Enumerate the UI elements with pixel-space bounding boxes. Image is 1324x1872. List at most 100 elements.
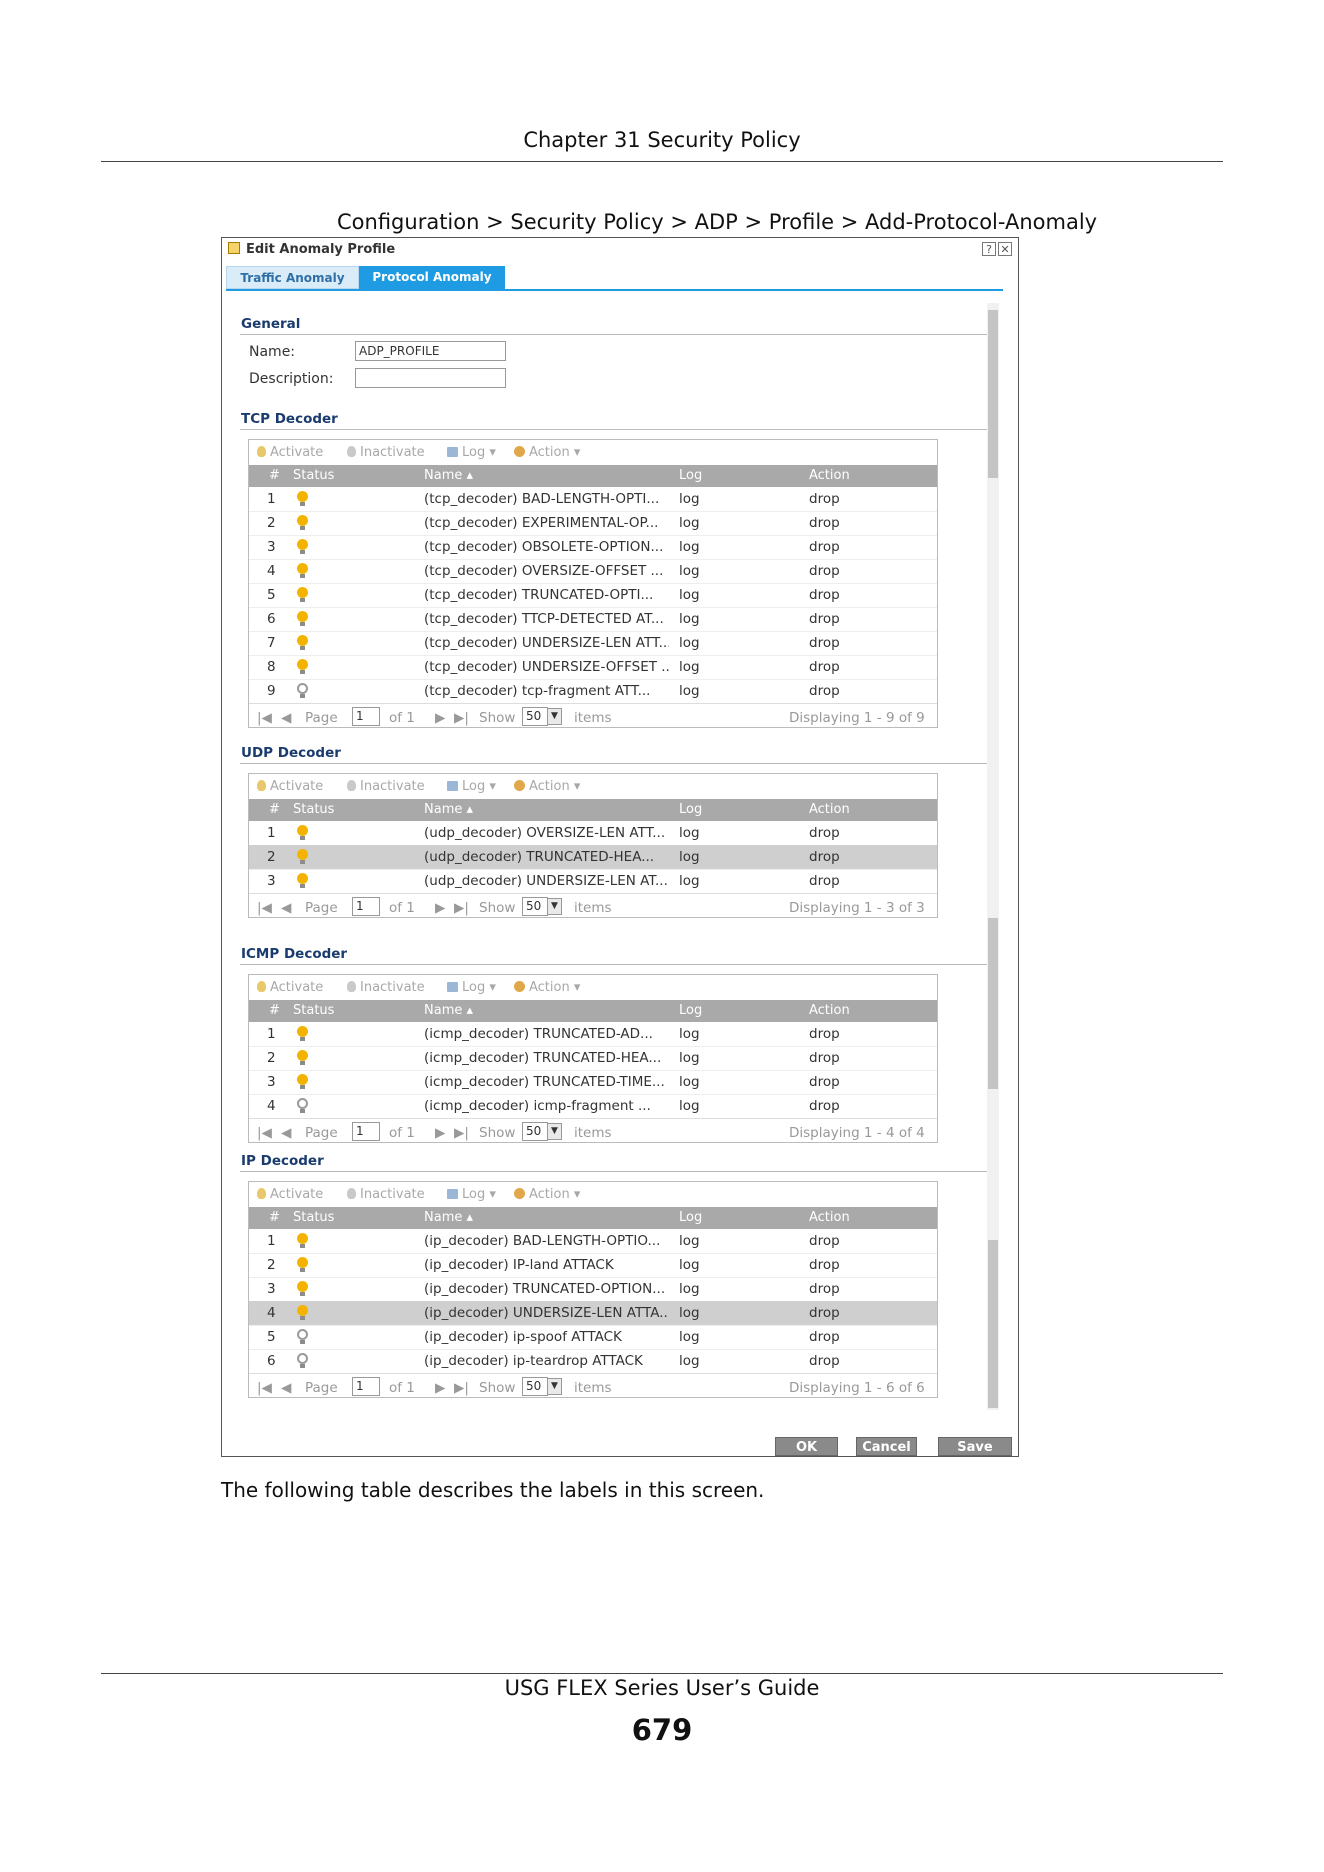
ok-button[interactable]: OK (775, 1437, 838, 1456)
last-page-icon[interactable]: ▶| (454, 710, 469, 726)
prev-page-icon[interactable]: ◀ (281, 1125, 291, 1141)
table-row[interactable]: 4 (ip_decoder) UNDERSIZE-LEN ATTA... log dr… (249, 1301, 937, 1326)
tab-traffic-anomaly[interactable]: Traffic Anomaly (226, 266, 359, 289)
prev-page-icon[interactable]: ◀ (281, 1380, 291, 1396)
close-icon[interactable]: ✕ (998, 242, 1012, 256)
column-log-header[interactable]: Log (679, 1210, 702, 1225)
activate-button[interactable]: Activate (257, 445, 323, 460)
next-page-icon[interactable]: ▶ (435, 1125, 445, 1141)
column-action-header[interactable]: Action (809, 468, 850, 483)
next-page-icon[interactable]: ▶ (435, 710, 445, 726)
table-row[interactable]: 1 (icmp_decoder) TRUNCATED-AD... log drop (249, 1022, 937, 1047)
table-row[interactable]: 1 (ip_decoder) BAD-LENGTH-OPTIO... log drop (249, 1229, 937, 1254)
log-button[interactable]: Log ▾ (447, 1187, 496, 1202)
action-button[interactable]: Action ▾ (514, 779, 580, 794)
column-status-header[interactable]: Status (293, 468, 334, 483)
inactivate-button[interactable]: Inactivate (347, 779, 425, 794)
table-row[interactable]: 2 (tcp_decoder) EXPERIMENTAL-OP... log drop (249, 511, 937, 536)
name-input[interactable]: ADP_PROFILE (355, 341, 506, 361)
table-row[interactable]: 3 (ip_decoder) TRUNCATED-OPTION... log drop (249, 1277, 937, 1302)
table-row[interactable]: 5 (ip_decoder) ip-spoof ATTACK log drop (249, 1325, 937, 1350)
activate-button[interactable]: Activate (257, 779, 323, 794)
column-num-header[interactable]: # (269, 468, 280, 483)
chevron-down-icon[interactable]: ▼ (547, 708, 562, 725)
prev-page-icon[interactable]: ◀ (281, 710, 291, 726)
tab-protocol-anomaly[interactable]: Protocol Anomaly (359, 266, 505, 289)
first-page-icon[interactable]: |◀ (257, 900, 272, 916)
save-button[interactable]: Save (938, 1437, 1012, 1456)
table-row[interactable]: 9 (tcp_decoder) tcp-fragment ATT... log dro… (249, 679, 937, 704)
column-name-header[interactable]: Name ▴ (424, 802, 473, 817)
table-row[interactable]: 2 (udp_decoder) TRUNCATED-HEA... log drop (249, 845, 937, 870)
table-row[interactable]: 4 (tcp_decoder) OVERSIZE-OFFSET ... log dro… (249, 559, 937, 584)
log-button[interactable]: Log ▾ (447, 980, 496, 995)
next-page-icon[interactable]: ▶ (435, 900, 445, 916)
inactivate-button[interactable]: Inactivate (347, 1187, 425, 1202)
column-log-header[interactable]: Log (679, 802, 702, 817)
action-button[interactable]: Action ▾ (514, 1187, 580, 1202)
table-row[interactable]: 8 (tcp_decoder) UNDERSIZE-OFFSET ... log dr… (249, 655, 937, 680)
page-size-select[interactable]: 50 (522, 707, 548, 726)
column-name-header[interactable]: Name ▴ (424, 1210, 473, 1225)
inactivate-button[interactable]: Inactivate (347, 980, 425, 995)
column-status-header[interactable]: Status (293, 802, 334, 817)
table-row[interactable]: 3 (udp_decoder) UNDERSIZE-LEN AT... log dro… (249, 869, 937, 894)
page-size-select[interactable]: 50 (522, 1377, 548, 1396)
table-row[interactable]: 6 (tcp_decoder) TTCP-DETECTED AT... log dro… (249, 607, 937, 632)
scrollbar-thumb[interactable] (988, 918, 998, 1089)
last-page-icon[interactable]: ▶| (454, 900, 469, 916)
column-status-header[interactable]: Status (293, 1003, 334, 1018)
table-row[interactable]: 1 (tcp_decoder) BAD-LENGTH-OPTI... log drop (249, 487, 937, 512)
inactivate-button[interactable]: Inactivate (347, 445, 425, 460)
chevron-down-icon[interactable]: ▼ (547, 1123, 562, 1140)
last-page-icon[interactable]: ▶| (454, 1125, 469, 1141)
activate-button[interactable]: Activate (257, 1187, 323, 1202)
first-page-icon[interactable]: |◀ (257, 1380, 272, 1396)
prev-page-icon[interactable]: ◀ (281, 900, 291, 916)
log-button[interactable]: Log ▾ (447, 779, 496, 794)
action-button[interactable]: Action ▾ (514, 980, 580, 995)
page-label: Page (305, 710, 338, 726)
activate-button[interactable]: Activate (257, 980, 323, 995)
page-size-select[interactable]: 50 (522, 897, 548, 916)
column-log-header[interactable]: Log (679, 468, 702, 483)
next-page-icon[interactable]: ▶ (435, 1380, 445, 1396)
table-row[interactable]: 3 (icmp_decoder) TRUNCATED-TIME... log drop (249, 1070, 937, 1095)
column-num-header[interactable]: # (269, 1210, 280, 1225)
column-action-header[interactable]: Action (809, 1210, 850, 1225)
action-button[interactable]: Action ▾ (514, 445, 580, 460)
cancel-button[interactable]: Cancel (856, 1437, 917, 1456)
table-row[interactable]: 2 (ip_decoder) IP-land ATTACK log drop (249, 1253, 937, 1278)
column-status-header[interactable]: Status (293, 1210, 334, 1225)
page-input[interactable]: 1 (352, 897, 380, 916)
page-input[interactable]: 1 (352, 1122, 380, 1141)
column-action-header[interactable]: Action (809, 1003, 850, 1018)
column-num-header[interactable]: # (269, 1003, 280, 1018)
column-action-header[interactable]: Action (809, 802, 850, 817)
table-row[interactable]: 2 (icmp_decoder) TRUNCATED-HEA... log drop (249, 1046, 937, 1071)
table-row[interactable]: 1 (udp_decoder) OVERSIZE-LEN ATT... log dro… (249, 821, 937, 846)
column-name-header[interactable]: Name ▴ (424, 1003, 473, 1018)
last-page-icon[interactable]: ▶| (454, 1380, 469, 1396)
table-row[interactable]: 7 (tcp_decoder) UNDERSIZE-LEN ATT... log dr… (249, 631, 937, 656)
table-row[interactable]: 6 (ip_decoder) ip-teardrop ATTACK log drop (249, 1349, 937, 1374)
table-row[interactable]: 5 (tcp_decoder) TRUNCATED-OPTI... log drop (249, 583, 937, 608)
description-input[interactable] (355, 368, 506, 388)
table-row[interactable]: 3 (tcp_decoder) OBSOLETE-OPTION... log drop (249, 535, 937, 560)
page-input[interactable]: 1 (352, 1377, 380, 1396)
chevron-down-icon[interactable]: ▼ (547, 1378, 562, 1395)
help-icon[interactable]: ? (982, 242, 996, 256)
column-log-header[interactable]: Log (679, 1003, 702, 1018)
page-input[interactable]: 1 (352, 707, 380, 726)
scrollbar-thumb[interactable] (988, 1240, 998, 1408)
first-page-icon[interactable]: |◀ (257, 710, 272, 726)
description-label: Description: (249, 371, 334, 387)
column-name-header[interactable]: Name ▴ (424, 468, 473, 483)
first-page-icon[interactable]: |◀ (257, 1125, 272, 1141)
scrollbar-thumb[interactable] (988, 310, 998, 478)
log-button[interactable]: Log ▾ (447, 445, 496, 460)
chevron-down-icon[interactable]: ▼ (547, 898, 562, 915)
column-num-header[interactable]: # (269, 802, 280, 817)
table-row[interactable]: 4 (icmp_decoder) icmp-fragment ... log drop (249, 1094, 937, 1119)
page-size-select[interactable]: 50 (522, 1122, 548, 1141)
